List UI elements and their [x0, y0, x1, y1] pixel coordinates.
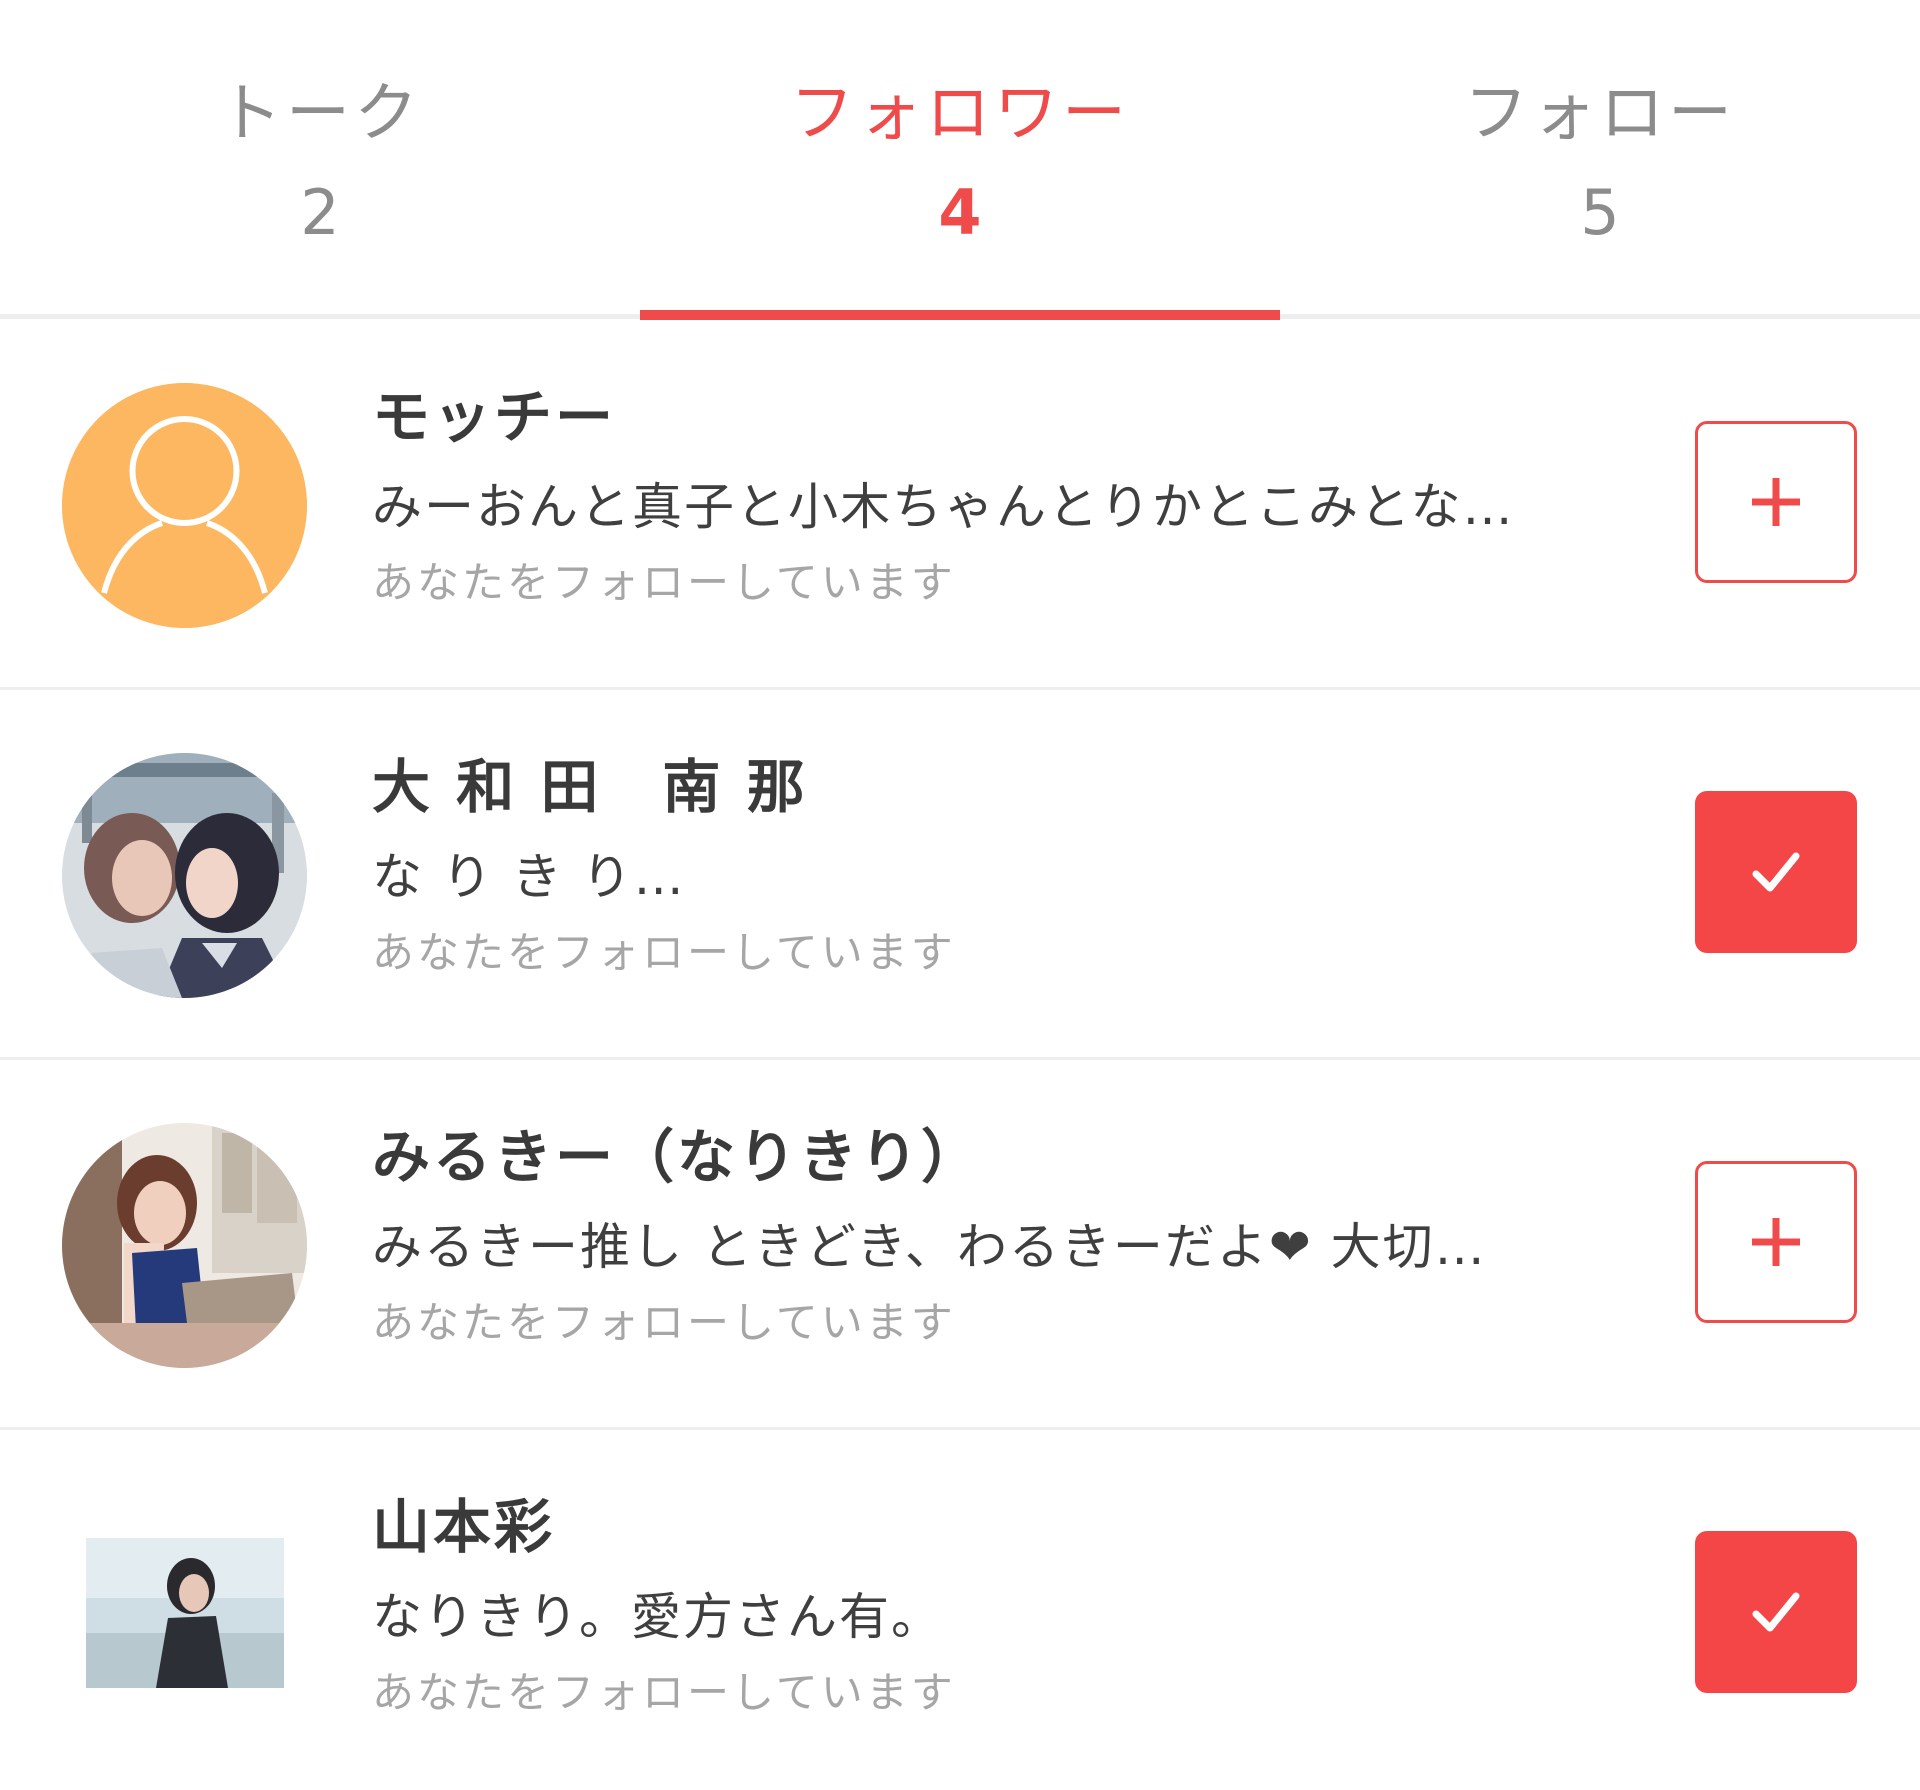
following-button[interactable] [1695, 791, 1857, 953]
tab-talk-count: 2 [300, 176, 340, 249]
user-photo [86, 1538, 284, 1688]
follow-button[interactable] [1695, 1161, 1857, 1323]
check-icon [1752, 1592, 1800, 1632]
tab-following-label: フォロー [1464, 77, 1736, 151]
tab-following[interactable]: フォロー 5 [1280, 0, 1920, 320]
user-bio: なりきり。愛方さん有。 [372, 1588, 943, 1646]
tab-talk-label: トーク [218, 77, 422, 151]
list-item[interactable]: みるきー（なりきり） みるきー推し ときどき、わるきーだよ❤ 大切… あなたをフ… [0, 1060, 1920, 1430]
tab-bar: トーク 2 フォロワー 4 フォロー 5 [0, 0, 1920, 320]
follow-status: あなたをフォローしています [372, 558, 956, 607]
active-tab-indicator [640, 310, 1280, 320]
follow-button[interactable] [1695, 421, 1857, 583]
follow-status: あなたをフォローしています [372, 1298, 956, 1347]
tab-followers-count: 4 [938, 176, 982, 249]
user-name: みるきー（なりきり） [372, 1123, 983, 1191]
tab-following-count: 5 [1580, 176, 1620, 249]
plus-icon [1752, 1218, 1800, 1266]
avatar[interactable] [62, 753, 307, 998]
plus-icon [1752, 478, 1800, 526]
user-name: モッチー [372, 383, 617, 451]
tab-followers[interactable]: フォロワー 4 [640, 0, 1280, 320]
default-person-icon [62, 383, 307, 628]
list-item[interactable]: モッチー みーおんと真子と小木ちゃんとりかとこみとな… あなたをフォローしていま… [0, 320, 1920, 690]
tab-followers-label: フォロワー [790, 77, 1130, 151]
user-bio: みるきー推し ときどき、わるきーだよ❤ 大切… [372, 1218, 1487, 1276]
user-bio: みーおんと真子と小木ちゃんとりかとこみとな… [372, 478, 1515, 536]
avatar[interactable] [86, 1538, 284, 1688]
user-name: 山本彩 [372, 1493, 556, 1561]
user-bio: な り き り… [372, 848, 686, 906]
avatar[interactable] [62, 383, 307, 628]
tab-talk[interactable]: トーク 2 [0, 0, 640, 320]
follower-list: モッチー みーおんと真子と小木ちゃんとりかとこみとな… あなたをフォローしていま… [0, 320, 1920, 1790]
follow-status: あなたをフォローしています [372, 1668, 956, 1717]
check-icon [1752, 852, 1800, 892]
user-photo [62, 753, 307, 998]
avatar[interactable] [62, 1123, 307, 1368]
follow-status: あなたをフォローしています [372, 928, 956, 977]
following-button[interactable] [1695, 1531, 1857, 1693]
user-name: 大 和 田 南 那 [372, 753, 808, 821]
user-photo [62, 1123, 307, 1368]
list-item[interactable]: 大 和 田 南 那 な り き り… あなたをフォローしています [0, 690, 1920, 1060]
list-item[interactable]: 山本彩 なりきり。愛方さん有。 あなたをフォローしています [0, 1430, 1920, 1790]
